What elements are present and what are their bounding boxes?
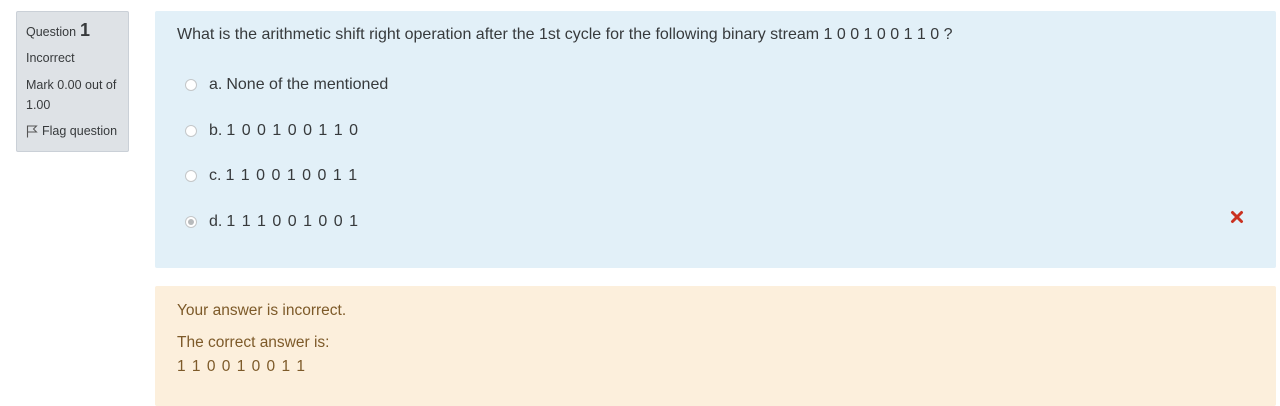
question-state: Incorrect (26, 51, 75, 65)
question-text: What is the arithmetic shift right opera… (177, 26, 953, 43)
radio-option-a[interactable] (185, 79, 197, 91)
option-letter: d. (209, 213, 223, 230)
flag-icon (26, 125, 38, 137)
answer-option-c[interactable]: c. 1 1 0 0 1 0 0 1 1 (185, 167, 358, 185)
question-number: Question 1 (26, 20, 119, 41)
option-letter: a. (209, 76, 223, 93)
option-letter: b. (209, 122, 223, 139)
question-label: Question (26, 25, 77, 39)
answer-option-d[interactable]: d. 1 1 1 0 0 1 0 0 1 (185, 213, 359, 231)
radio-option-d[interactable] (185, 216, 197, 228)
option-text: 1 0 0 1 0 0 1 1 0 (226, 122, 359, 139)
radio-option-c[interactable] (185, 170, 197, 182)
feedback-text: Your answer is incorrect. (177, 302, 347, 319)
question-info-panel: Question 1 Incorrect Mark 0.00 out of 1.… (16, 11, 129, 152)
right-answer-label: The correct answer is: (177, 334, 330, 351)
question-grade: Mark 0.00 out of 1.00 (26, 78, 117, 112)
option-text: 1 1 0 0 1 0 0 1 1 (225, 167, 359, 184)
right-answer-value: 1 1 0 0 1 0 0 1 1 (177, 358, 307, 375)
question-number-value: 1 (80, 20, 91, 40)
answer-option-b[interactable]: b. 1 0 0 1 0 0 1 1 0 (185, 122, 359, 140)
flag-question-link[interactable]: Flag question (26, 124, 119, 138)
answer-option-a[interactable]: a. None of the mentioned (185, 76, 388, 94)
feedback-panel: Your answer is incorrect. The correct an… (155, 286, 1276, 406)
flag-question-label: Flag question (42, 124, 118, 138)
option-text: None of the mentioned (226, 76, 389, 93)
incorrect-cross-icon (1231, 211, 1243, 223)
option-letter: c. (209, 167, 222, 184)
radio-option-b[interactable] (185, 125, 197, 137)
option-text: 1 1 1 0 0 1 0 0 1 (226, 213, 359, 230)
question-formulation: What is the arithmetic shift right opera… (155, 11, 1276, 268)
